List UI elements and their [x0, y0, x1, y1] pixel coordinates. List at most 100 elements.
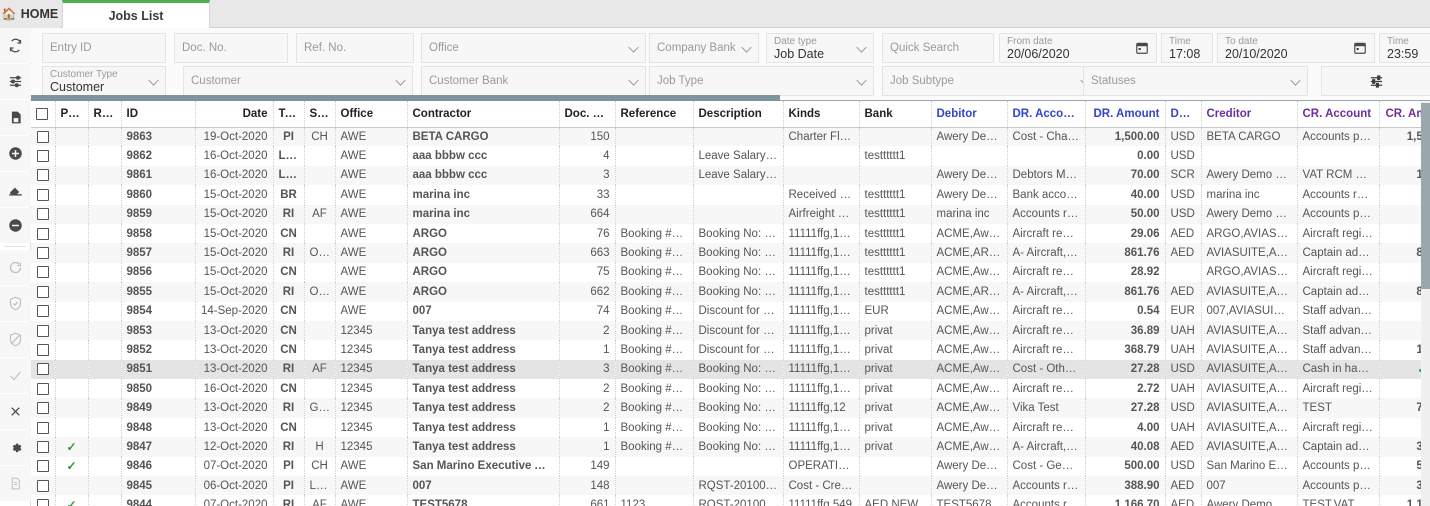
shield-off-icon[interactable] [0, 322, 31, 357]
row-checkbox[interactable] [36, 499, 49, 506]
header-description[interactable]: Description [693, 101, 784, 128]
company-bank-select[interactable]: Company Bank [649, 33, 759, 63]
row-checkbox[interactable] [36, 208, 49, 221]
document-save-icon[interactable] [0, 100, 31, 135]
table-row[interactable]: 9848 13-Oct-2020 CN 12345 Tanya test address… [31, 417, 1430, 438]
header-dr-amount[interactable]: DR. Amount [1085, 101, 1166, 128]
table-row[interactable]: ✓ 9847 12-Oct-2020 RI H 12345 Tanya test addre… [31, 437, 1430, 457]
quick-search-input[interactable]: Quick Search [882, 33, 994, 63]
ref-no-field[interactable]: Ref. No. [296, 33, 414, 63]
table-row[interactable]: 9845 06-Oct-2020 PI LEA AWE 007 148 RQST-201000… [31, 476, 1430, 496]
row-checkbox[interactable] [36, 169, 49, 182]
cell-date: 13-Oct-2020 [195, 398, 274, 418]
header-creditor[interactable]: Creditor [1201, 101, 1298, 128]
to-time-field[interactable]: Time 23:59 [1379, 33, 1430, 63]
job-subtype-select[interactable]: Job Subtype [882, 66, 1098, 96]
row-checkbox[interactable] [36, 402, 49, 415]
customer-type-select[interactable]: Customer Type Customer [42, 66, 166, 96]
header-bank[interactable]: Bank [859, 101, 932, 128]
header-reference[interactable]: Reference [615, 101, 694, 128]
entry-id-field[interactable]: Entry ID [42, 33, 166, 63]
remove-circle-icon[interactable] [0, 208, 31, 243]
header-doc-no[interactable]: Doc. No. [559, 101, 616, 128]
shield-check-icon[interactable] [0, 286, 31, 321]
close-x-icon[interactable] [0, 394, 31, 429]
table-row[interactable]: 9863 19-Oct-2020 PI CH AWE BETA CARGO 150 Chart… [31, 127, 1430, 147]
row-checkbox[interactable] [36, 440, 49, 453]
table-row[interactable]: 9849 13-Oct-2020 RI GNR 12345 Tanya test addr… [31, 398, 1430, 418]
row-checkbox[interactable] [36, 150, 49, 163]
eraser-icon[interactable] [0, 172, 31, 207]
vertical-scrollbar-thumb[interactable] [1421, 103, 1430, 289]
check-icon[interactable] [0, 358, 31, 393]
table-row[interactable]: 9854 14-Sep-2020 CN AWE 007 74 Booking #1684 Di… [31, 301, 1430, 321]
table-row[interactable]: 9858 15-Oct-2020 CN AWE ARGO 76 Booking #1708 B… [31, 223, 1430, 244]
doc-no-field[interactable]: Doc. No. [174, 33, 288, 63]
table-row[interactable]: 9859 15-Oct-2020 RI AF AWE marina inc 664 Airfr… [31, 204, 1430, 224]
row-checkbox[interactable] [36, 227, 49, 240]
date-type-select[interactable]: Date type Job Date [766, 33, 874, 63]
header-kinds[interactable]: Kinds [783, 101, 860, 128]
row-checkbox[interactable] [36, 460, 49, 473]
job-type-select[interactable]: Job Type [649, 66, 874, 96]
gear-icon[interactable] [0, 430, 31, 465]
header-id[interactable]: ID [121, 101, 196, 128]
row-checkbox[interactable] [36, 479, 49, 492]
table-row[interactable]: 9860 15-Oct-2020 BR AWE marina inc 33 Received… [31, 185, 1430, 205]
filter-sliders-icon[interactable] [0, 64, 31, 99]
table-row[interactable]: 9861 16-Oct-2020 LSV AWE aaa bbbw ccc 3 Leave … [31, 165, 1430, 186]
row-checkbox[interactable] [36, 247, 49, 260]
row-checkbox[interactable] [36, 266, 49, 279]
header-office[interactable]: Office [335, 101, 408, 128]
table-row[interactable]: 9862 16-Oct-2020 LSV AWE aaa bbbw ccc 4 Leave … [31, 146, 1430, 166]
office-select[interactable]: Office [421, 33, 646, 63]
row-checkbox[interactable] [36, 421, 49, 434]
row-checkbox[interactable] [36, 324, 49, 337]
table-row[interactable]: ✓ 9846 07-Oct-2020 PI CH AWE San Marino Execut… [31, 456, 1430, 477]
header-rec[interactable]: REC [88, 101, 122, 128]
add-circle-icon[interactable] [0, 136, 31, 171]
header-pstd[interactable]: PSTD [55, 101, 89, 128]
cell-creditor: AVIASUITE,Awery ... [1201, 340, 1298, 360]
to-date-field[interactable]: To date 20/10/2020 [1217, 33, 1375, 63]
header-dr-account[interactable]: DR. Account [1007, 101, 1086, 128]
tab-jobs-list[interactable]: Jobs List [62, 0, 210, 28]
header-debitor[interactable]: Debitor [931, 101, 1008, 128]
header-dr-cur[interactable]: DR CUR [1165, 101, 1202, 128]
table-row[interactable]: 9851 13-Oct-2020 RI AF 12345 Tanya test addre… [31, 359, 1430, 380]
row-checkbox[interactable] [36, 382, 49, 395]
table-row[interactable]: 9852 13-Oct-2020 CN 12345 Tanya test address… [31, 340, 1430, 360]
header-date[interactable]: Date [195, 101, 274, 128]
vertical-scrollbar[interactable] [1421, 101, 1430, 506]
row-checkbox[interactable] [36, 343, 49, 356]
row-checkbox[interactable] [36, 363, 49, 376]
header-contractor[interactable]: Contractor [407, 101, 560, 128]
column-settings-button[interactable] [1321, 66, 1430, 96]
undo-refresh-icon[interactable] [0, 250, 31, 285]
from-time-field[interactable]: Time 17:08 [1161, 33, 1213, 63]
header-sub[interactable]: Sub [304, 101, 336, 128]
table-row[interactable]: 9857 15-Oct-2020 RI ORD AWE ARGO 663 Booking #1… [31, 243, 1430, 263]
table-row[interactable]: 9850 16-Oct-2020 CN 12345 Tanya test address… [31, 379, 1430, 399]
row-checkbox[interactable] [36, 285, 49, 298]
row-checkbox[interactable] [36, 130, 49, 143]
tab-home[interactable]: 🏠 HOME [0, 0, 60, 28]
table-row[interactable]: 9856 15-Oct-2020 CN AWE ARGO 75 Booking #1708 B… [31, 262, 1430, 283]
header-cr-account[interactable]: CR. Account [1297, 101, 1380, 128]
calendar-icon[interactable] [1135, 41, 1149, 60]
header-type[interactable]: Type [273, 101, 305, 128]
calendar-icon[interactable] [1353, 41, 1367, 60]
table-row[interactable]: 9855 15-Oct-2020 RI ORD AWE ARGO 662 Booking #1… [31, 282, 1430, 302]
header-select-all[interactable] [31, 101, 56, 128]
report-icon[interactable] [0, 466, 31, 501]
customer-select[interactable]: Customer [183, 66, 413, 96]
statuses-select[interactable]: Statuses [1083, 66, 1308, 96]
table-row[interactable]: ✓ 9844 07-Oct-2020 RI AF AWE TEST5678 661 1123 RQ… [31, 495, 1430, 506]
row-checkbox[interactable] [36, 305, 49, 318]
table-row[interactable]: 9853 13-Oct-2020 CN 12345 Tanya test address… [31, 320, 1430, 341]
refresh-icon[interactable] [0, 28, 31, 63]
select-all-checkbox[interactable] [36, 107, 48, 120]
from-date-field[interactable]: From date 20/06/2020 [999, 33, 1157, 63]
row-checkbox[interactable] [36, 188, 49, 201]
customer-bank-select[interactable]: Customer Bank [421, 66, 646, 96]
